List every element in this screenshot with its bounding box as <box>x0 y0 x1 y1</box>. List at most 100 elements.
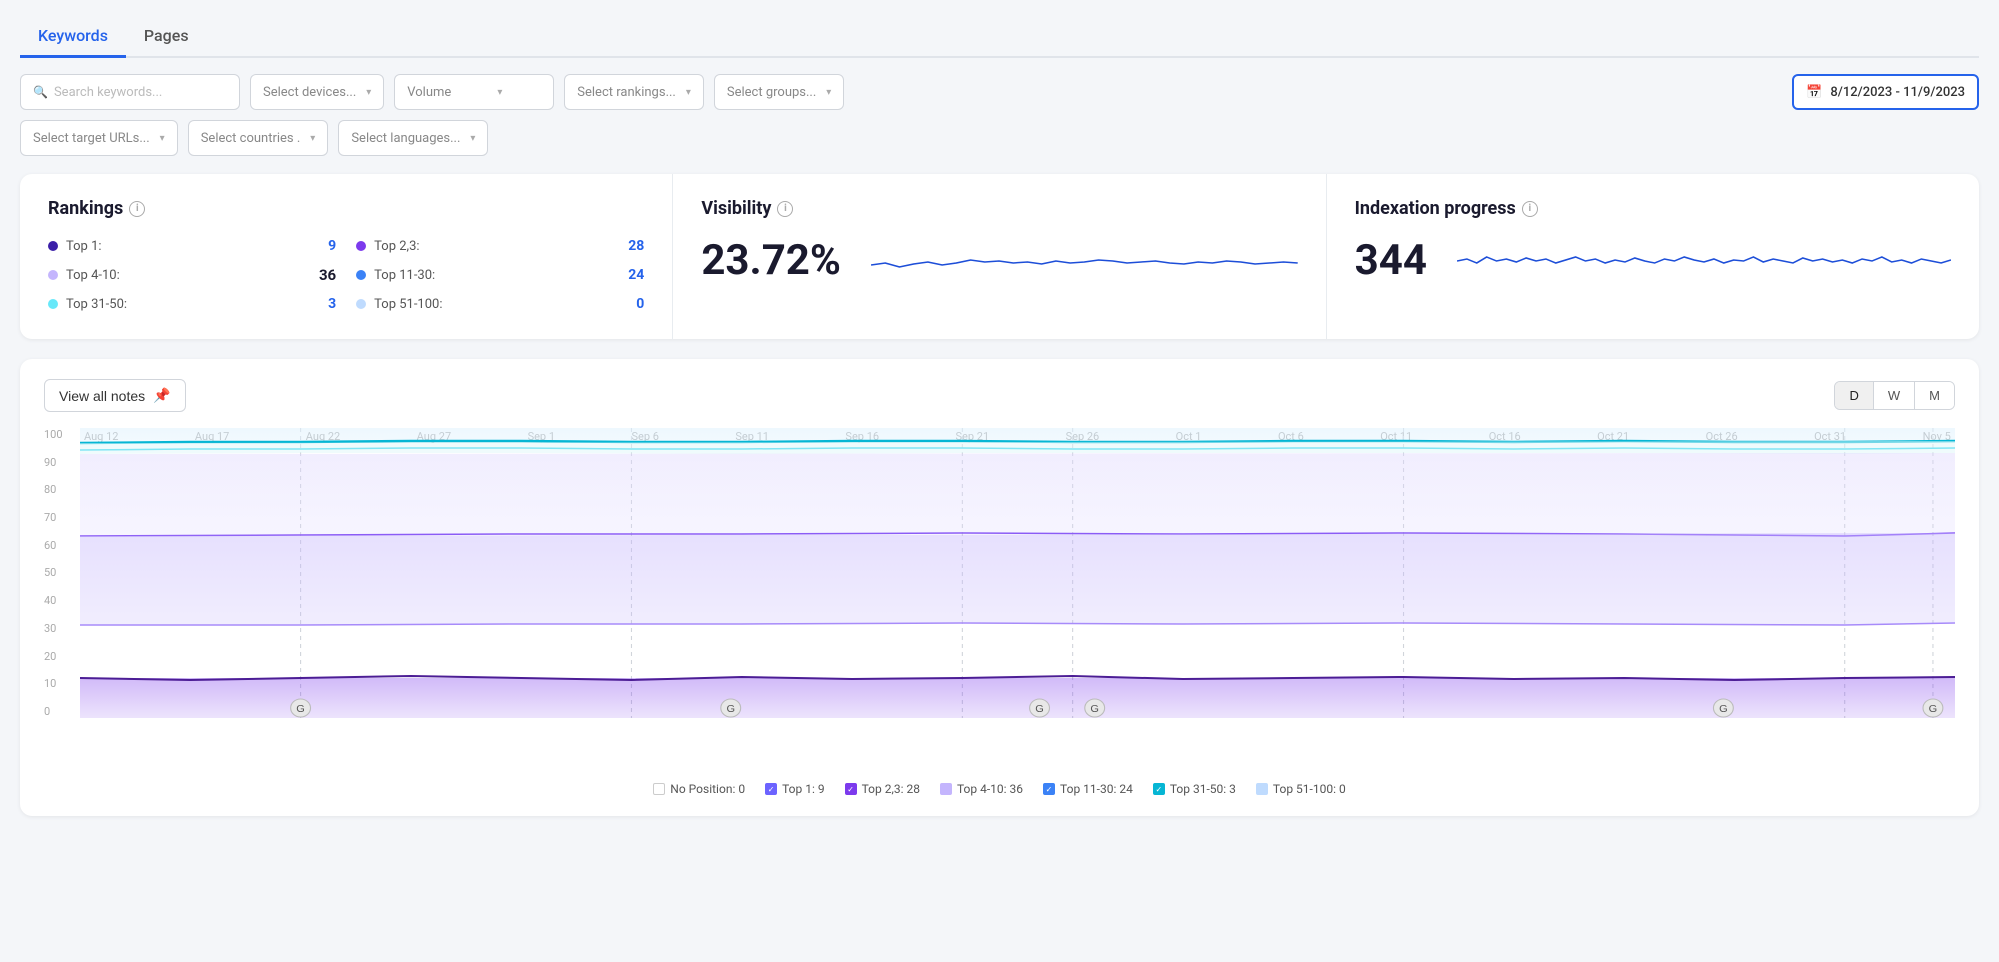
legend-no-position: No Position: 0 <box>653 782 745 796</box>
target-urls-select[interactable]: Select target URLs... ▾ <box>20 120 178 156</box>
visibility-title: Visibility i <box>701 198 1297 219</box>
visibility-content: 23.72% <box>701 235 1297 285</box>
stats-row: Rankings i Top 1: 9 Top 2,3: 28 Top 4-10… <box>20 174 1979 339</box>
rankings-card: Rankings i Top 1: 9 Top 2,3: 28 Top 4-10… <box>20 174 673 339</box>
chart-area: 100 90 80 70 60 50 40 30 20 10 0 <box>44 428 1955 768</box>
legend-top3150: ✓ Top 31-50: 3 <box>1153 782 1236 796</box>
rankings-select[interactable]: Select rankings... ▾ <box>564 74 704 110</box>
volume-label: Volume <box>407 85 451 100</box>
rank-top23-value: 28 <box>628 238 644 254</box>
chevron-down-icon: ▾ <box>497 87 502 98</box>
languages-label: Select languages... <box>351 131 460 146</box>
search-keywords-input[interactable]: 🔍 Search keywords... <box>20 74 240 110</box>
chart-y-axis: 100 90 80 70 60 50 40 30 20 10 0 <box>44 428 74 718</box>
indexation-info-icon[interactable]: i <box>1522 201 1538 217</box>
legend-top1130-checkbox[interactable]: ✓ <box>1043 783 1055 795</box>
rank-top1-dot <box>48 241 58 251</box>
languages-select[interactable]: Select languages... ▾ <box>338 120 488 156</box>
period-week-button[interactable]: W <box>1873 382 1914 409</box>
legend-top3150-checkbox[interactable]: ✓ <box>1153 783 1165 795</box>
rank-top410: Top 4-10: 36 <box>48 263 336 287</box>
rank-top1130: Top 11-30: 24 <box>356 263 644 287</box>
countries-select[interactable]: Select countries . ▾ <box>188 120 329 156</box>
rank-top3150: Top 31-50: 3 <box>48 293 336 315</box>
period-month-button[interactable]: M <box>1914 382 1954 409</box>
chart-section: View all notes 📌 D W M 100 90 80 70 60 5… <box>20 359 1979 816</box>
svg-text:G: G <box>296 703 305 714</box>
indexation-value: 344 <box>1355 236 1427 285</box>
rank-top410-label: Top 4-10: <box>66 268 311 283</box>
search-icon: 🔍 <box>33 85 48 99</box>
view-notes-label: View all notes <box>59 388 145 404</box>
rankings-info-icon[interactable]: i <box>129 201 145 217</box>
visibility-info-icon[interactable]: i <box>777 201 793 217</box>
svg-text:G: G <box>1719 703 1728 714</box>
rank-top1130-label: Top 11-30: <box>374 268 620 283</box>
filter-row-1: 🔍 Search keywords... Select devices... ▾… <box>20 74 1979 110</box>
tab-keywords[interactable]: Keywords <box>20 16 126 58</box>
svg-text:G: G <box>1929 703 1938 714</box>
chevron-down-icon: ▾ <box>310 133 315 144</box>
rank-top51100: Top 51-100: 0 <box>356 293 644 315</box>
tab-bar: Keywords Pages <box>20 16 1979 58</box>
rank-top3150-value: 3 <box>328 296 336 312</box>
check-icon: ✓ <box>1046 785 1053 794</box>
date-range-picker[interactable]: 📅 8/12/2023 - 11/9/2023 <box>1792 74 1979 110</box>
legend-top3150-label: Top 31-50: 3 <box>1170 782 1236 796</box>
groups-select[interactable]: Select groups... ▾ <box>714 74 844 110</box>
volume-select[interactable]: Volume ▾ <box>394 74 554 110</box>
legend-top410-label: Top 4-10: 36 <box>957 782 1023 796</box>
view-notes-button[interactable]: View all notes 📌 <box>44 379 186 412</box>
rank-top23-label: Top 2,3: <box>374 239 620 254</box>
rank-top1-label: Top 1: <box>66 239 320 254</box>
search-placeholder: Search keywords... <box>54 85 162 100</box>
legend-top23-label: Top 2,3: 28 <box>862 782 920 796</box>
rankings-title: Rankings i <box>48 198 644 219</box>
target-urls-label: Select target URLs... <box>33 131 150 146</box>
legend-top1-label: Top 1: 9 <box>782 782 825 796</box>
svg-text:G: G <box>1090 703 1099 714</box>
rank-top1130-dot <box>356 270 366 280</box>
visibility-value: 23.72% <box>701 236 841 285</box>
chart-legend: No Position: 0 ✓ Top 1: 9 ✓ Top 2,3: 28 … <box>44 782 1955 796</box>
svg-text:G: G <box>1035 703 1044 714</box>
rank-top51100-dot <box>356 299 366 309</box>
legend-top51100-label: Top 51-100: 0 <box>1273 782 1346 796</box>
countries-label: Select countries . <box>201 131 301 146</box>
rank-top1130-value: 24 <box>628 267 644 283</box>
visibility-sparkline <box>871 235 1298 285</box>
legend-top51100: Top 51-100: 0 <box>1256 782 1346 796</box>
legend-top1130-label: Top 11-30: 24 <box>1060 782 1133 796</box>
chevron-down-icon: ▾ <box>686 87 691 98</box>
legend-top23: ✓ Top 2,3: 28 <box>845 782 920 796</box>
groups-label: Select groups... <box>727 85 816 100</box>
rank-top410-dot <box>48 270 58 280</box>
period-day-button[interactable]: D <box>1835 382 1872 409</box>
legend-top410-checkbox[interactable] <box>940 783 952 795</box>
calendar-icon: 📅 <box>1806 85 1822 100</box>
legend-top23-checkbox[interactable]: ✓ <box>845 783 857 795</box>
date-range-value: 8/12/2023 - 11/9/2023 <box>1830 85 1965 100</box>
devices-select[interactable]: Select devices... ▾ <box>250 74 384 110</box>
rank-top3150-label: Top 31-50: <box>66 297 320 312</box>
pin-icon: 📌 <box>153 387 170 404</box>
legend-no-position-label: No Position: 0 <box>670 782 745 796</box>
check-icon: ✓ <box>768 785 775 794</box>
indexation-sparkline <box>1457 235 1951 285</box>
indexation-title: Indexation progress i <box>1355 198 1951 219</box>
legend-top51100-checkbox[interactable] <box>1256 783 1268 795</box>
chart-toolbar: View all notes 📌 D W M <box>44 379 1955 412</box>
svg-text:G: G <box>726 703 735 714</box>
legend-top1-checkbox[interactable]: ✓ <box>765 783 777 795</box>
rankings-grid: Top 1: 9 Top 2,3: 28 Top 4-10: 36 Top 11… <box>48 235 644 315</box>
indexation-card: Indexation progress i 344 <box>1327 174 1979 339</box>
devices-label: Select devices... <box>263 85 356 100</box>
rank-top3150-dot <box>48 299 58 309</box>
rank-top23: Top 2,3: 28 <box>356 235 644 257</box>
rank-top410-value: 36 <box>319 266 336 284</box>
visibility-card: Visibility i 23.72% <box>673 174 1326 339</box>
tab-pages[interactable]: Pages <box>126 16 207 58</box>
legend-no-position-box <box>653 783 665 795</box>
rank-top23-dot <box>356 241 366 251</box>
chevron-down-icon: ▾ <box>366 87 371 98</box>
